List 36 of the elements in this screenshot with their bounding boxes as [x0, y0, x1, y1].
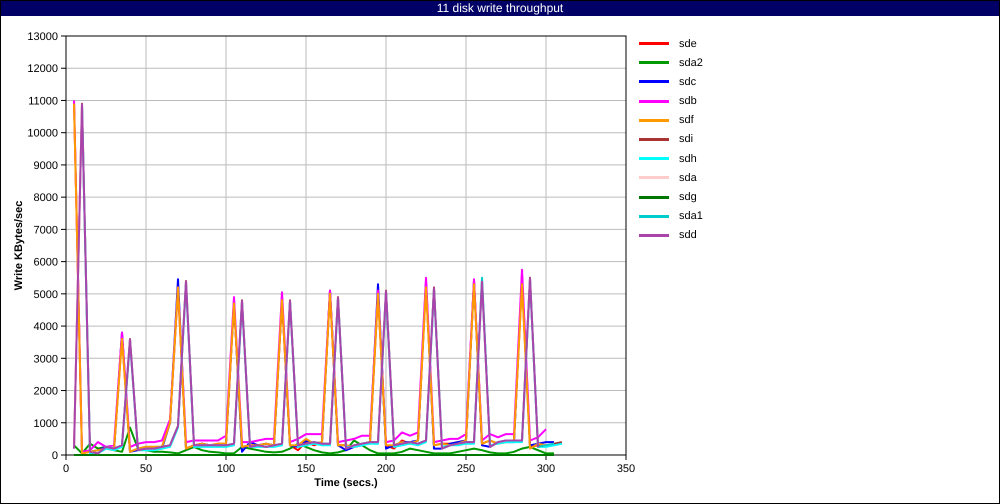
axis-tick-label: 100	[216, 463, 236, 475]
axis-tick-label: 1000	[34, 418, 58, 430]
axis-tick-label: 3000	[34, 353, 58, 366]
axis-tick-label: 350	[616, 463, 636, 475]
axis-tick-label: 13000	[27, 31, 58, 43]
x-axis-title: Time (secs.)	[314, 477, 378, 489]
axis-tick-label: 6000	[34, 256, 58, 269]
legend-label: sdb	[679, 95, 697, 108]
axis-tick-label: 12000	[27, 63, 58, 76]
axis-tick-label: 7000	[34, 224, 58, 236]
axis-tick-label: 50	[140, 463, 152, 475]
axis-tick-label: 0	[62, 463, 70, 475]
axis-tick-label: 200	[376, 463, 396, 475]
legend-label: sdg	[679, 191, 697, 203]
legend-label: sdh	[679, 152, 697, 165]
legend-label: sda	[679, 172, 697, 184]
axis-tick-label: 10000	[27, 128, 58, 140]
axis-tick-label: 250	[456, 463, 476, 475]
y-axis-title: Write KBytes/sec	[13, 200, 25, 290]
legend-label: sde	[679, 38, 697, 50]
axis-tick-label: 11000	[28, 95, 58, 108]
axis-tick-label: 150	[296, 463, 316, 475]
legend-label: sdi	[679, 133, 694, 146]
axis-tick-label: 5000	[34, 288, 58, 301]
legend-label: sdf	[679, 114, 694, 126]
legend-label: sdc	[679, 76, 696, 88]
axis-tick-label: 9000	[34, 160, 58, 172]
window-title: 11 disk write throughput	[1, 1, 999, 16]
axis-tick-label: 2000	[34, 386, 58, 398]
legend-label: sda2	[679, 56, 703, 69]
axis-tick-label: 8000	[34, 192, 58, 204]
axis-tick-label: 4000	[34, 321, 58, 334]
legend-label: sda1	[679, 210, 703, 222]
legend-label: sdd	[679, 229, 697, 242]
axis-tick-label: 0	[52, 450, 58, 462]
axis-tick-label: 300	[536, 463, 556, 475]
